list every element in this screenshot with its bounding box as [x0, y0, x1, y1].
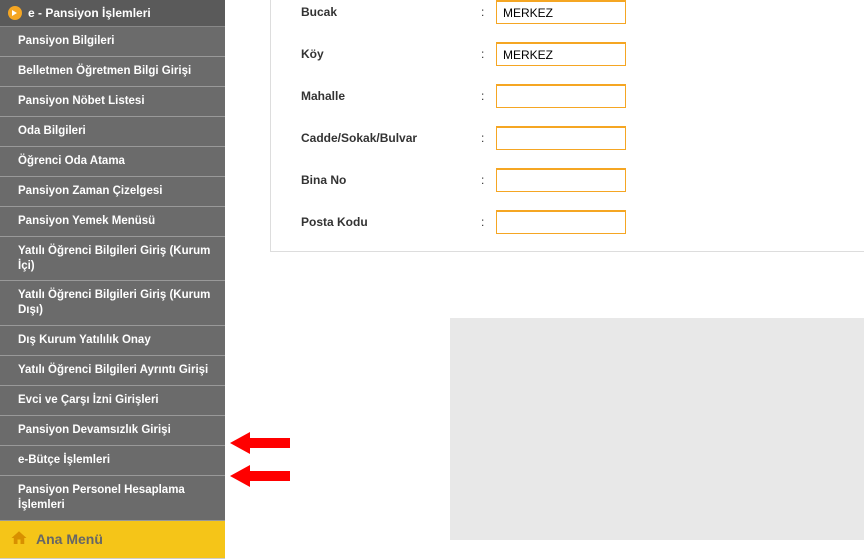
sidebar-item-dis-kurum-onay[interactable]: Dış Kurum Yatılılık Onay — [0, 326, 225, 356]
input-bina-no[interactable] — [496, 168, 626, 192]
colon: : — [481, 215, 496, 229]
colon: : — [481, 89, 496, 103]
sidebar-item-belletmen[interactable]: Belletmen Öğretmen Bilgi Girişi — [0, 57, 225, 87]
form-row-bucak: Bucak : — [271, 0, 864, 33]
label-cadde: Cadde/Sokak/Bulvar — [301, 131, 481, 145]
colon: : — [481, 131, 496, 145]
label-bucak: Bucak — [301, 5, 481, 19]
label-bina-no: Bina No — [301, 173, 481, 187]
sidebar-item-devamsizlik[interactable]: Pansiyon Devamsızlık Girişi — [0, 416, 225, 446]
sidebar: e - Pansiyon İşlemleri Pansiyon Bilgiler… — [0, 0, 225, 540]
colon: : — [481, 5, 496, 19]
sidebar-item-nobet-listesi[interactable]: Pansiyon Nöbet Listesi — [0, 87, 225, 117]
sidebar-item-ogrenci-oda-atama[interactable]: Öğrenci Oda Atama — [0, 147, 225, 177]
sidebar-item-yatili-disi[interactable]: Yatılı Öğrenci Bilgileri Giriş (Kurum Dı… — [0, 281, 225, 326]
form-row-mahalle: Mahalle : — [271, 75, 864, 117]
form-row-posta-kodu: Posta Kodu : — [271, 201, 864, 243]
sidebar-item-personel-hesaplama[interactable]: Pansiyon Personel Hesaplama İşlemleri — [0, 476, 225, 521]
sidebar-item-pansiyon-bilgileri[interactable]: Pansiyon Bilgileri — [0, 27, 225, 57]
form-panel: Bucak : Köy : Mahalle : Cadde/Sokak/Bulv… — [270, 0, 864, 252]
input-cadde[interactable] — [496, 126, 626, 150]
sidebar-item-oda-bilgileri[interactable]: Oda Bilgileri — [0, 117, 225, 147]
gray-background — [450, 318, 864, 540]
sidebar-item-evci-carsi[interactable]: Evci ve Çarşı İzni Girişleri — [0, 386, 225, 416]
sidebar-header-label: e - Pansiyon İşlemleri — [28, 6, 151, 20]
form-row-koy: Köy : — [271, 33, 864, 75]
ana-menu-label: Ana Menü — [36, 531, 103, 547]
form-row-bina-no: Bina No : — [271, 159, 864, 201]
label-koy: Köy — [301, 47, 481, 61]
annotation-arrow-2 — [230, 465, 290, 487]
colon: : — [481, 47, 496, 61]
bullet-icon — [8, 6, 22, 20]
input-posta-kodu[interactable] — [496, 210, 626, 234]
input-mahalle[interactable] — [496, 84, 626, 108]
sidebar-item-yatili-ayrinti[interactable]: Yatılı Öğrenci Bilgileri Ayrıntı Girişi — [0, 356, 225, 386]
input-bucak[interactable] — [496, 0, 626, 24]
input-koy[interactable] — [496, 42, 626, 66]
sidebar-item-zaman-cizelgesi[interactable]: Pansiyon Zaman Çizelgesi — [0, 177, 225, 207]
sidebar-item-yatili-ici[interactable]: Yatılı Öğrenci Bilgileri Giriş (Kurum İç… — [0, 237, 225, 282]
annotation-arrow-1 — [230, 432, 290, 454]
sidebar-item-ebutce[interactable]: e-Bütçe İşlemleri — [0, 446, 225, 476]
colon: : — [481, 173, 496, 187]
sidebar-header[interactable]: e - Pansiyon İşlemleri — [0, 0, 225, 27]
form-row-cadde: Cadde/Sokak/Bulvar : — [271, 117, 864, 159]
sidebar-item-yemek-menu[interactable]: Pansiyon Yemek Menüsü — [0, 207, 225, 237]
home-icon — [10, 529, 28, 550]
label-mahalle: Mahalle — [301, 89, 481, 103]
label-posta-kodu: Posta Kodu — [301, 215, 481, 229]
